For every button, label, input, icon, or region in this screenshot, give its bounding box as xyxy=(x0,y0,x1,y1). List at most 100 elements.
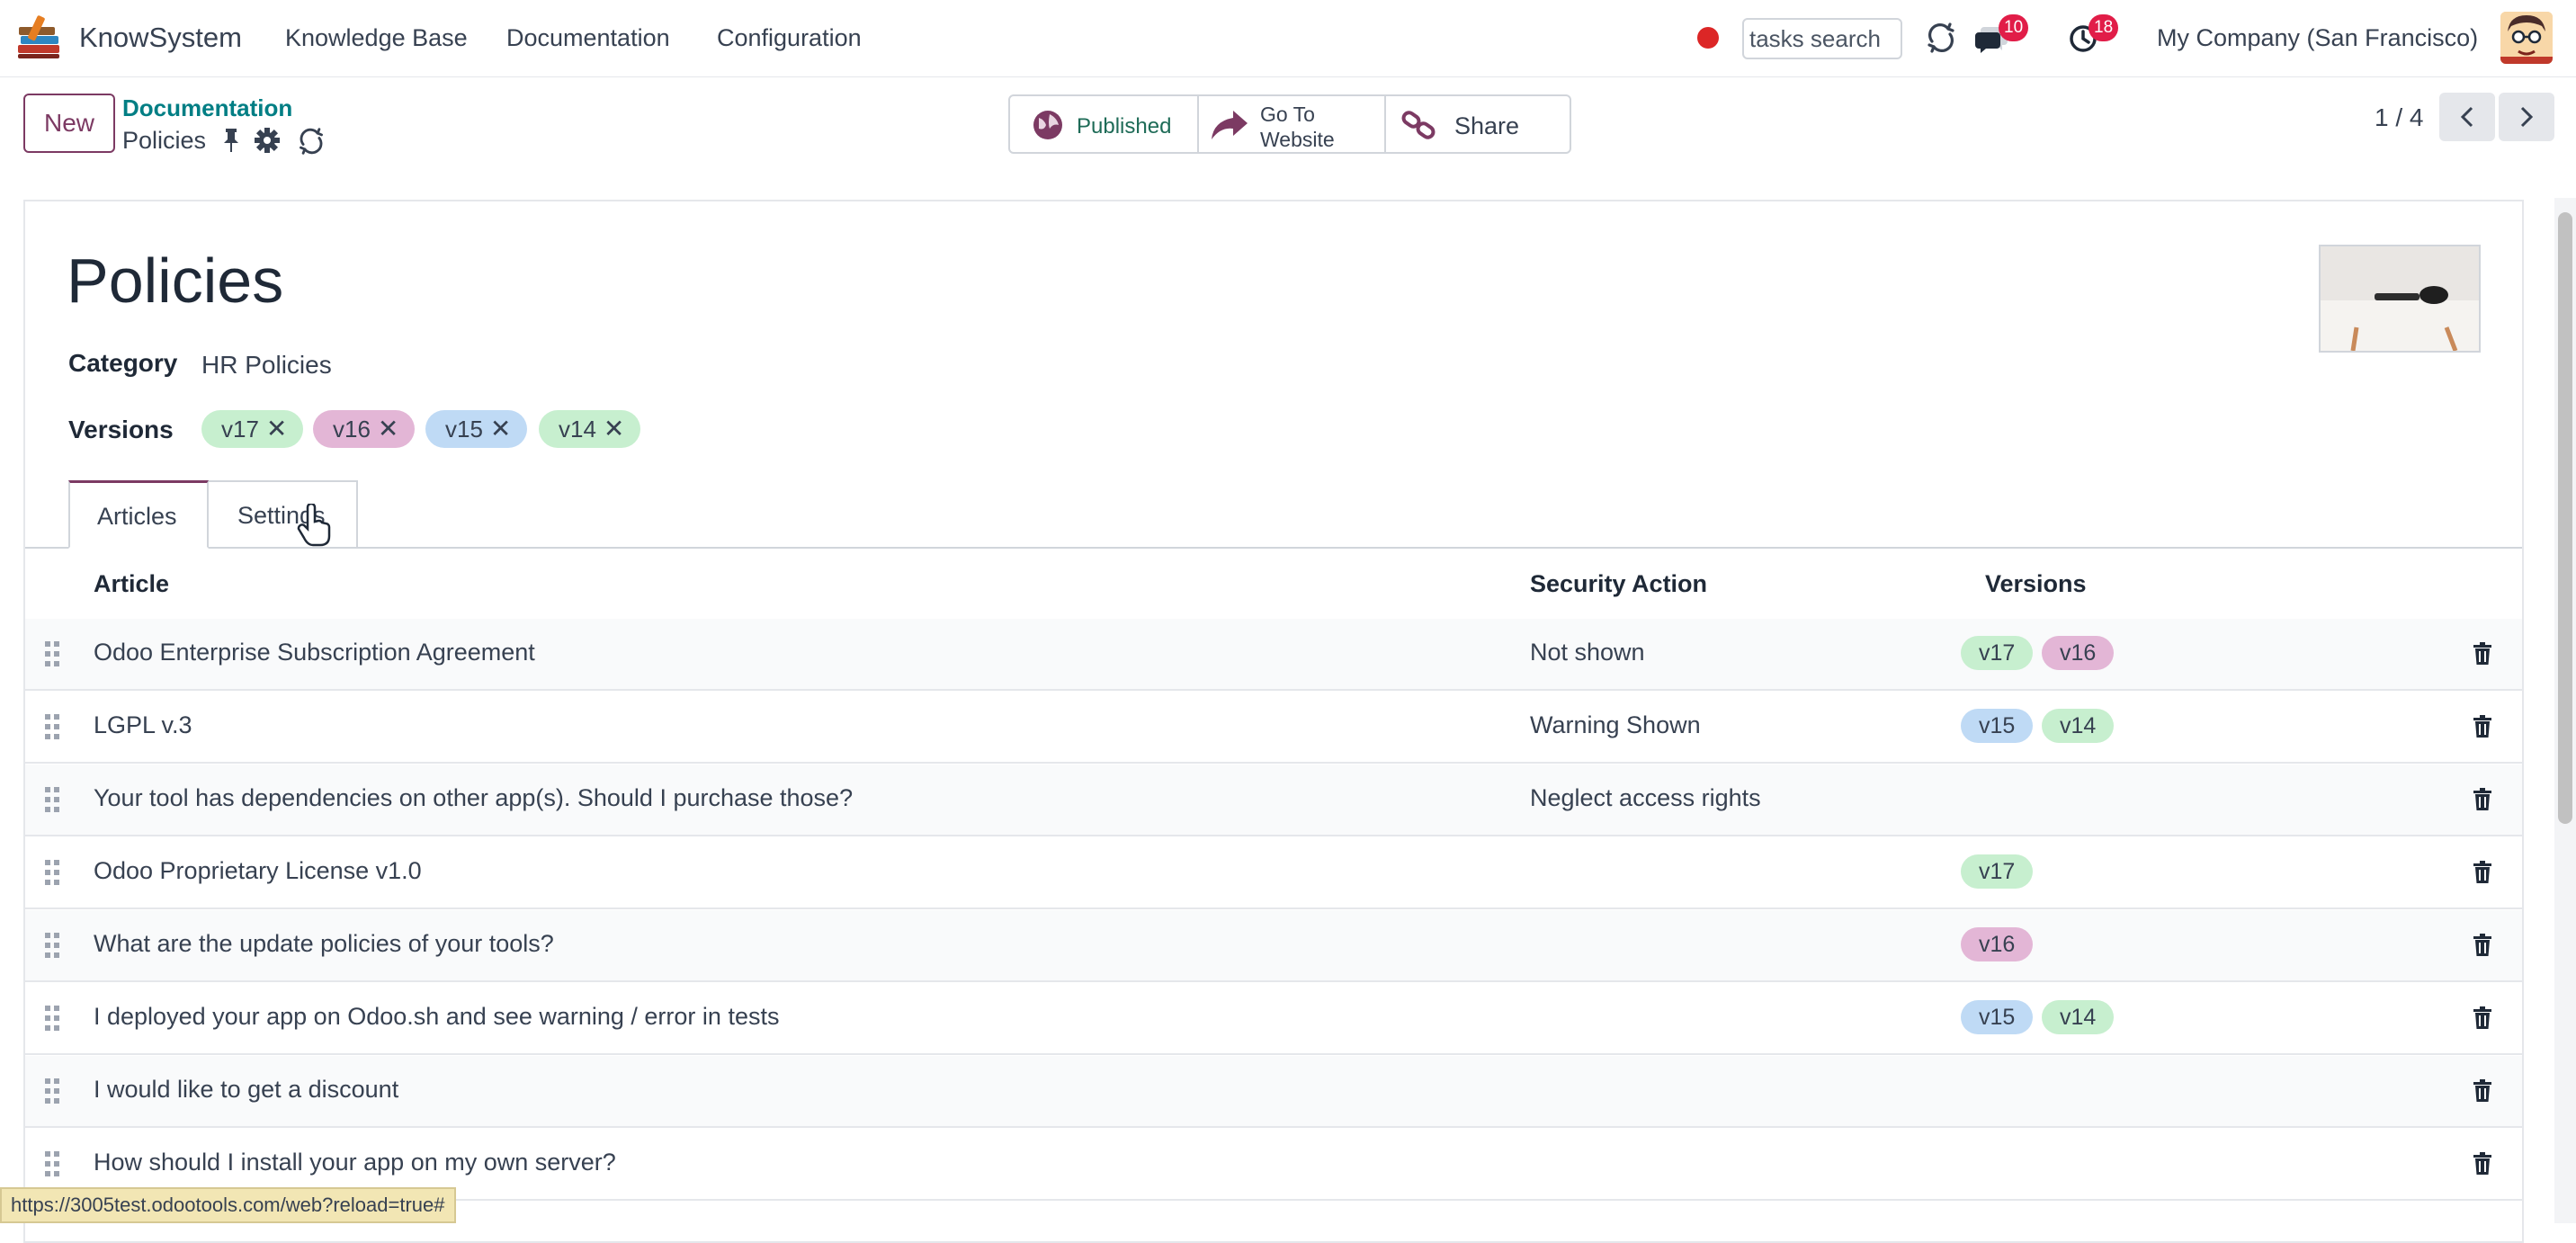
go-to-website-button[interactable]: Go To Website xyxy=(1197,96,1384,152)
remove-tag-icon[interactable]: ✕ xyxy=(378,415,398,443)
go-to-label-line1: Go To xyxy=(1260,103,1315,126)
table-row[interactable]: I would like to get a discount xyxy=(25,1056,2522,1128)
article-cell[interactable]: How should I install your app on my own … xyxy=(94,1149,616,1176)
table-row[interactable]: Odoo Enterprise Subscription Agreement No… xyxy=(25,619,2522,691)
trash-icon[interactable] xyxy=(2473,715,2492,738)
article-cell[interactable]: What are the update policies of your too… xyxy=(94,930,554,958)
version-tag[interactable]: v15 xyxy=(1961,1000,2034,1034)
drag-handle-icon[interactable] xyxy=(43,640,61,667)
version-tag[interactable]: v17 xyxy=(1961,854,2034,889)
gear-icon[interactable] xyxy=(254,127,281,158)
go-to-label-line2: Website xyxy=(1260,128,1335,151)
versions-label: Versions xyxy=(68,416,174,443)
category-field[interactable]: HR Policies xyxy=(201,351,332,380)
breadcrumb-documentation[interactable]: Documentation xyxy=(122,94,292,122)
version-tag[interactable]: v16 xyxy=(2042,636,2115,670)
table-row[interactable]: LGPL v.3 Warning Shown v15 v14 xyxy=(25,692,2522,764)
drag-handle-icon[interactable] xyxy=(43,1150,61,1177)
drag-handle-icon[interactable] xyxy=(43,713,61,740)
scrollbar[interactable] xyxy=(2554,198,2576,1223)
column-versions[interactable]: Versions xyxy=(1985,570,2087,598)
new-button[interactable]: New xyxy=(23,94,115,153)
drag-handle-icon[interactable] xyxy=(43,1078,61,1104)
published-label: Published xyxy=(1077,114,1172,139)
messages-count-badge: 10 xyxy=(1999,14,2029,41)
published-button[interactable]: Published xyxy=(1010,96,1197,152)
article-cell[interactable]: Your tool has dependencies on other app(… xyxy=(94,784,853,812)
trash-icon[interactable] xyxy=(2473,1079,2492,1103)
tasks-search-input[interactable] xyxy=(1742,18,1902,59)
menu-configuration[interactable]: Configuration xyxy=(717,24,862,52)
version-tag-v16[interactable]: v16 ✕ xyxy=(313,410,416,448)
tab-articles-label: Articles xyxy=(97,503,177,530)
page-title[interactable]: Policies xyxy=(67,245,283,317)
trash-icon[interactable] xyxy=(2473,861,2492,884)
share-label: Share xyxy=(1454,112,1520,139)
article-cell[interactable]: I deployed your app on Odoo.sh and see w… xyxy=(94,1003,779,1031)
table-row[interactable]: What are the update policies of your too… xyxy=(25,910,2522,982)
scrollbar-thumb[interactable] xyxy=(2558,212,2572,824)
version-tag-v14[interactable]: v14 ✕ xyxy=(539,410,641,448)
security-action-cell[interactable]: Warning Shown xyxy=(1530,711,1701,739)
chevron-left-icon xyxy=(2460,106,2473,128)
remove-tag-icon[interactable]: ✕ xyxy=(490,415,511,443)
table-row[interactable]: I deployed your app on Odoo.sh and see w… xyxy=(25,983,2522,1055)
breadcrumb-current: Policies xyxy=(122,127,207,154)
refresh-icon[interactable] xyxy=(1925,22,1957,58)
chevron-right-icon xyxy=(2520,106,2534,128)
version-tag-v17[interactable]: v17 ✕ xyxy=(201,410,304,448)
trash-icon[interactable] xyxy=(2473,788,2492,811)
pager-previous-button[interactable] xyxy=(2439,93,2495,141)
cover-image[interactable] xyxy=(2319,245,2481,353)
recording-indicator-icon[interactable] xyxy=(1697,27,1719,49)
trash-icon[interactable] xyxy=(2473,642,2492,666)
tab-settings[interactable]: Settings xyxy=(209,480,358,549)
remove-tag-icon[interactable]: ✕ xyxy=(604,415,624,443)
share-button[interactable]: Share xyxy=(1384,96,1570,152)
menu-documentation[interactable]: Documentation xyxy=(506,24,670,52)
security-action-cell[interactable]: Not shown xyxy=(1530,639,1645,666)
hand-cursor-icon xyxy=(297,504,331,547)
drag-handle-icon[interactable] xyxy=(43,1005,61,1032)
article-cell[interactable]: I would like to get a discount xyxy=(94,1076,398,1104)
version-tag[interactable]: v16 xyxy=(1961,927,2034,961)
column-article[interactable]: Article xyxy=(94,570,169,598)
pin-icon[interactable] xyxy=(221,127,241,158)
remove-tag-icon[interactable]: ✕ xyxy=(266,415,287,443)
menu-knowledge-base[interactable]: Knowledge Base xyxy=(285,24,468,52)
tab-articles[interactable]: Articles xyxy=(68,480,209,549)
version-tag[interactable]: v14 xyxy=(2042,1000,2115,1034)
version-tag[interactable]: v17 xyxy=(1961,636,2034,670)
user-avatar[interactable] xyxy=(2500,12,2553,64)
top-navbar: KnowSystem Knowledge Base Documentation … xyxy=(0,0,2576,77)
app-name[interactable]: KnowSystem xyxy=(79,22,242,54)
smart-buttons: Published Go To Website Share xyxy=(1008,94,1571,154)
table-row[interactable]: Your tool has dependencies on other app(… xyxy=(25,765,2522,836)
version-tag[interactable]: v14 xyxy=(2042,709,2115,743)
article-cell[interactable]: Odoo Proprietary License v1.0 xyxy=(94,857,422,885)
drag-handle-icon[interactable] xyxy=(43,859,61,886)
company-switcher[interactable]: My Company (San Francisco) xyxy=(2157,24,2478,52)
version-tag-v15[interactable]: v15 ✕ xyxy=(425,410,528,448)
activities-count-badge: 18 xyxy=(2089,14,2119,41)
drag-handle-icon[interactable] xyxy=(43,786,61,813)
status-url: https://3005test.odootools.com/web?reloa… xyxy=(0,1187,456,1223)
articles-table-header: Article Security Action Versions xyxy=(25,549,2522,621)
pager-next-button[interactable] xyxy=(2499,93,2554,141)
trash-icon[interactable] xyxy=(2473,1006,2492,1030)
trash-icon[interactable] xyxy=(2473,934,2492,957)
trash-icon[interactable] xyxy=(2473,1152,2492,1176)
version-tag[interactable]: v15 xyxy=(1961,709,2034,743)
share-arrow-icon xyxy=(1212,111,1248,139)
drag-handle-icon[interactable] xyxy=(43,932,61,959)
security-action-cell[interactable]: Neglect access rights xyxy=(1530,784,1761,812)
article-cell[interactable]: Odoo Enterprise Subscription Agreement xyxy=(94,639,535,666)
pager-value[interactable]: 1 / 4 xyxy=(2375,103,2423,132)
table-row[interactable]: Odoo Proprietary License v1.0 v17 xyxy=(25,837,2522,909)
category-label: Category xyxy=(68,349,178,377)
column-security-action[interactable]: Security Action xyxy=(1530,570,1707,598)
discard-refresh-icon[interactable] xyxy=(297,127,326,160)
books-logo-icon[interactable] xyxy=(14,13,65,63)
globe-icon xyxy=(1033,111,1062,139)
article-cell[interactable]: LGPL v.3 xyxy=(94,711,192,739)
